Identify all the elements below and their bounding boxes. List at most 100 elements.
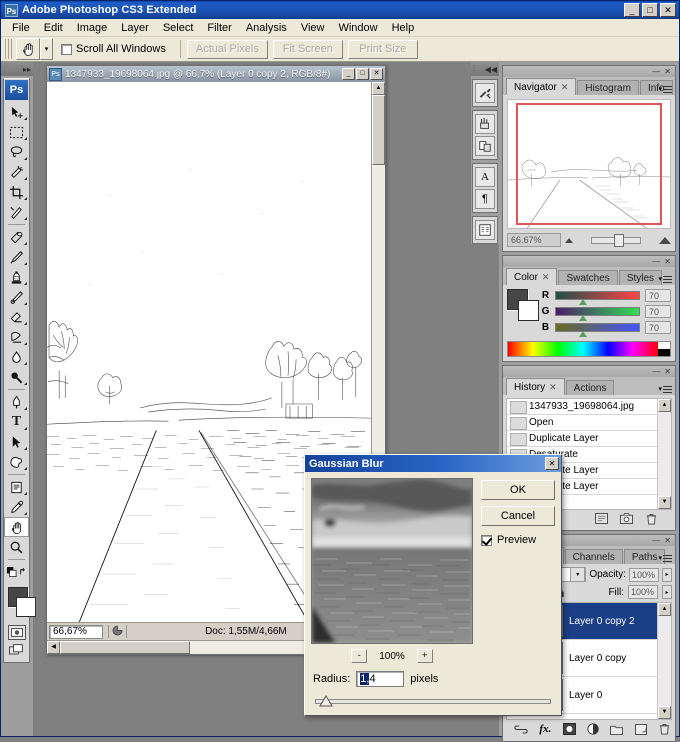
type-tool[interactable]: T <box>4 412 29 432</box>
zoom-in-icon[interactable] <box>659 236 671 244</box>
color-swatches[interactable] <box>4 585 36 621</box>
navigator-close-button[interactable]: ✕ <box>664 67 671 76</box>
brush-tool[interactable] <box>4 247 29 267</box>
navigator-view-box[interactable] <box>516 103 662 225</box>
document-maximize-button[interactable]: □ <box>356 68 369 80</box>
paragraph-icon[interactable]: ¶ <box>475 189 495 209</box>
hscroll-thumb[interactable] <box>60 641 190 654</box>
navigator-thumbnail[interactable] <box>507 99 671 229</box>
tab-histogram[interactable]: Histogram <box>577 80 639 95</box>
blur-tool[interactable] <box>4 347 29 367</box>
background-color-swatch[interactable] <box>518 300 539 321</box>
tab-styles[interactable]: Styles <box>618 270 663 285</box>
history-close-button[interactable]: ✕ <box>664 367 671 376</box>
menu-item-select[interactable]: Select <box>156 21 201 35</box>
navigator-zoom-input[interactable]: 66.67% <box>507 233 561 247</box>
fill-stepper[interactable]: ▸ <box>662 585 672 599</box>
layer-mask-icon[interactable] <box>562 722 577 736</box>
link-layers-icon[interactable] <box>514 722 529 736</box>
print-size-button[interactable]: Print Size <box>347 39 418 59</box>
brushes-icon[interactable] <box>475 114 495 134</box>
marquee-tool[interactable] <box>4 122 29 142</box>
default-colors-icon[interactable] <box>4 562 29 582</box>
delete-state-icon[interactable] <box>644 512 658 525</box>
minimize-button[interactable]: _ <box>624 3 640 17</box>
channel-b-value[interactable]: 70 <box>645 321 671 334</box>
zoom-tool[interactable] <box>4 537 29 557</box>
channel-r-knob[interactable] <box>579 299 588 305</box>
history-item[interactable]: Duplicate Layer <box>507 431 657 447</box>
layers-scrollbar[interactable]: ▲ ▼ <box>657 603 671 719</box>
radius-slider[interactable] <box>315 695 551 707</box>
fill-input[interactable]: 100% <box>628 585 658 599</box>
channel-b-knob[interactable] <box>579 331 588 337</box>
menu-item-layer[interactable]: Layer <box>114 21 156 35</box>
tool-preset-dropdown[interactable]: ▾ <box>40 38 53 60</box>
path-selection-tool[interactable] <box>4 432 29 452</box>
document-title-bar[interactable]: Ps 1347933_19698064.jpg @ 66,7% (Layer 0… <box>47 66 385 82</box>
menu-item-filter[interactable]: Filter <box>200 21 238 35</box>
layer-style-icon[interactable]: fx. <box>538 722 553 736</box>
notes-tool[interactable] <box>4 477 29 497</box>
options-bar-grip[interactable] <box>5 39 13 59</box>
zoom-out-icon[interactable] <box>565 237 573 243</box>
screen-mode-button[interactable] <box>4 641 29 659</box>
navigator-panel-menu-icon[interactable]: ▾ <box>658 85 672 93</box>
menu-item-view[interactable]: View <box>294 21 332 35</box>
color-minimize-button[interactable]: — <box>652 257 660 266</box>
menu-item-help[interactable]: Help <box>385 21 422 35</box>
layers-minimize-button[interactable]: — <box>652 536 660 545</box>
tab-history[interactable]: History ✕ <box>506 378 565 395</box>
clone-source-icon[interactable] <box>475 136 495 156</box>
scroll-all-windows-checkbox[interactable]: Scroll All Windows <box>61 43 166 55</box>
preview-zoom-in-button[interactable]: + <box>416 649 433 663</box>
channel-b-slider[interactable] <box>555 323 640 337</box>
quick-mask-toggle[interactable] <box>4 623 29 641</box>
color-panel-menu-icon[interactable]: ▾ <box>658 275 672 283</box>
close-button[interactable]: ✕ <box>660 3 676 17</box>
character-icon[interactable]: A <box>475 167 495 187</box>
menu-item-file[interactable]: File <box>5 21 37 35</box>
dialog-title-bar[interactable]: Gaussian Blur ✕ <box>305 455 561 472</box>
tab-swatches[interactable]: Swatches <box>558 270 618 285</box>
navigator-minimize-button[interactable]: — <box>652 67 660 76</box>
magic-wand-tool[interactable] <box>4 162 29 182</box>
layer-comps-icon[interactable] <box>475 220 495 240</box>
menu-item-image[interactable]: Image <box>70 21 115 35</box>
layers-close-button[interactable]: ✕ <box>664 536 671 545</box>
tab-close-icon[interactable]: ✕ <box>561 82 569 93</box>
tool-palette-grip[interactable]: ▸▸ <box>1 62 33 76</box>
radius-slider-knob[interactable] <box>319 695 333 707</box>
opacity-stepper[interactable]: ▸ <box>662 567 672 582</box>
menu-item-analysis[interactable]: Analysis <box>239 21 294 35</box>
channel-g-value[interactable]: 70 <box>645 305 671 318</box>
slice-tool[interactable] <box>4 202 29 222</box>
radius-input[interactable]: 1, 4 <box>356 671 405 687</box>
new-document-from-state-icon[interactable] <box>594 512 608 525</box>
channel-r-slider[interactable] <box>555 291 640 305</box>
standard-mode-icon[interactable] <box>7 624 26 640</box>
color-close-button[interactable]: ✕ <box>664 257 671 266</box>
preview-checkbox[interactable]: Preview <box>481 534 555 546</box>
layers-scroll-down[interactable]: ▼ <box>658 706 671 719</box>
eraser-tool[interactable] <box>4 307 29 327</box>
adjustment-layer-icon[interactable] <box>586 722 601 736</box>
shape-tool[interactable] <box>4 452 29 472</box>
history-minimize-button[interactable]: — <box>652 367 660 376</box>
lasso-tool[interactable] <box>4 142 29 162</box>
tab-color[interactable]: Color ✕ <box>506 268 558 285</box>
opacity-input[interactable]: 100% <box>629 567 659 582</box>
move-tool[interactable] <box>4 102 29 122</box>
menu-item-edit[interactable]: Edit <box>37 21 70 35</box>
history-scroll-down[interactable]: ▼ <box>658 496 671 509</box>
tab-navigator[interactable]: Navigator ✕ <box>506 78 577 95</box>
history-scrollbar[interactable]: ▲ ▼ <box>657 399 671 509</box>
crop-tool[interactable] <box>4 182 29 202</box>
document-minimize-button[interactable]: _ <box>342 68 355 80</box>
dock-grip[interactable]: ⫶ ◀◀ <box>471 62 499 76</box>
tool-presets-icon[interactable] <box>475 83 495 103</box>
color-panel-swatches[interactable] <box>507 289 539 321</box>
scroll-left-arrow[interactable]: ◀ <box>47 641 60 654</box>
cancel-button[interactable]: Cancel <box>481 506 555 526</box>
slider-knob[interactable] <box>614 233 625 247</box>
